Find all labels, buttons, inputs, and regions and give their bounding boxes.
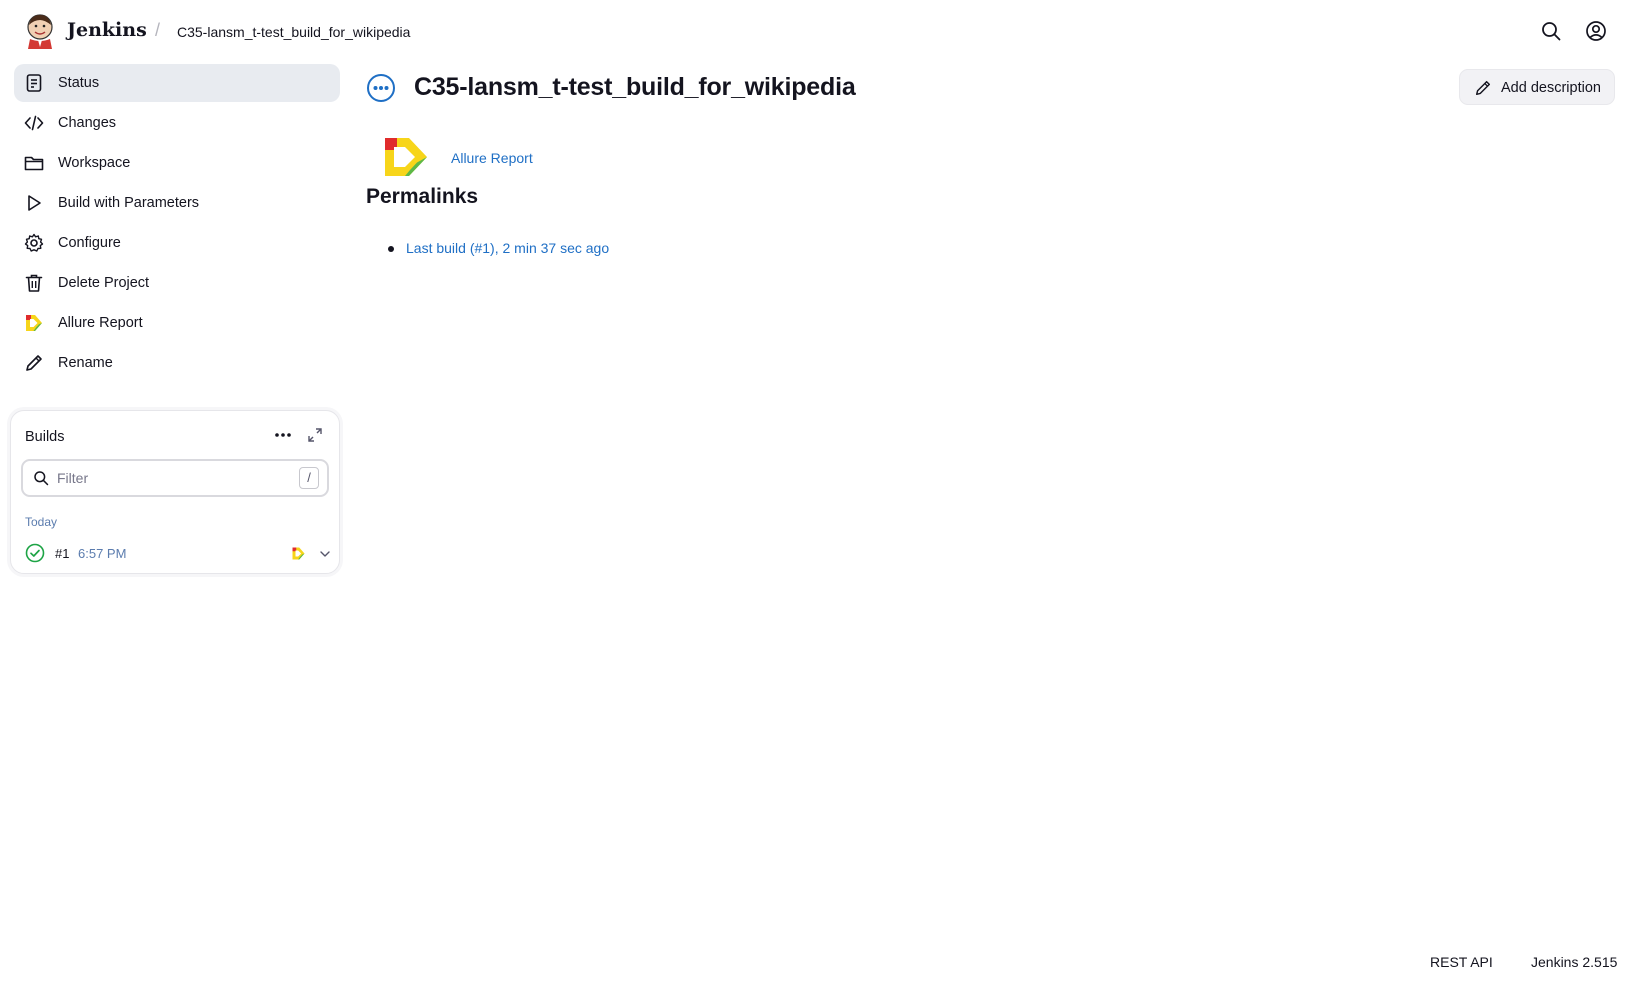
sidebar-item-build-with-parameters[interactable]: Build with Parameters [14, 184, 340, 222]
sidebar-item-label: Rename [58, 355, 113, 371]
permalink-last-build[interactable]: Last build (#1), 2 min 37 sec ago [388, 240, 609, 256]
page-title: C35-lansm_t-test_build_for_wikipedia [414, 73, 856, 101]
pencil-icon [1474, 79, 1492, 97]
pencil-icon [24, 353, 44, 373]
chevron-down-icon[interactable] [319, 547, 331, 559]
trash-icon [24, 273, 44, 293]
sidebar-item-configure[interactable]: Configure [14, 224, 340, 262]
build-row[interactable]: #1 6:57 PM [23, 541, 331, 565]
build-time: 6:57 PM [78, 546, 127, 561]
builds-widget: Builds / Today #1 6:57 PM [10, 410, 340, 574]
sidebar-item-workspace[interactable]: Workspace [14, 144, 340, 182]
expand-icon[interactable] [307, 427, 323, 443]
user-icon[interactable] [1585, 20, 1607, 42]
sidebar-item-allure-report[interactable]: Allure Report [14, 304, 340, 342]
sidebar-item-label: Configure [58, 235, 121, 251]
sidebar-item-label: Workspace [58, 155, 131, 171]
code-icon [24, 113, 44, 133]
sidebar-item-label: Delete Project [58, 275, 150, 291]
keyboard-shortcut-hint: / [299, 467, 319, 489]
build-group-label: Today [25, 515, 58, 529]
sidebar-item-label: Status [58, 75, 100, 91]
sidebar-item-changes[interactable]: Changes [14, 104, 340, 142]
allure-icon [24, 313, 44, 333]
breadcrumb-project[interactable]: C35-lansm_t-test_build_for_wikipedia [177, 24, 410, 40]
build-status-icon [366, 73, 396, 103]
sidebar-item-label: Allure Report [58, 315, 143, 331]
breadcrumb-separator: / [155, 20, 161, 40]
add-description-button[interactable]: Add description [1459, 69, 1615, 105]
sidebar-item-label: Changes [58, 115, 117, 131]
builds-filter[interactable]: / [21, 459, 329, 497]
permalinks-list: Last build (#1), 2 min 37 sec ago [388, 240, 609, 258]
allure-logo-icon[interactable] [383, 136, 429, 178]
allure-icon[interactable] [291, 546, 306, 561]
search-icon [33, 470, 49, 486]
permalinks-heading: Permalinks [366, 185, 479, 208]
brand-name[interactable]: Jenkins [67, 19, 147, 41]
sidebar-item-rename[interactable]: Rename [14, 344, 340, 382]
more-options-icon[interactable] [273, 427, 293, 443]
build-number[interactable]: #1 [55, 546, 69, 561]
sidebar-item-delete-project[interactable]: Delete Project [14, 264, 340, 302]
folder-icon [24, 153, 44, 173]
allure-report-link[interactable]: Allure Report [451, 150, 533, 166]
builds-filter-input[interactable] [57, 468, 277, 488]
sidebar-item-status[interactable]: Status [14, 64, 340, 102]
jenkins-logo-icon[interactable] [25, 13, 55, 49]
status-icon [24, 73, 44, 93]
rest-api-link[interactable]: REST API [1430, 954, 1493, 970]
page-header: Jenkins / C35-lansm_t-test_build_for_wik… [0, 0, 1632, 64]
builds-title: Builds [25, 429, 65, 445]
sidebar-item-label: Build with Parameters [58, 195, 200, 211]
gear-icon [24, 233, 44, 253]
success-check-icon [25, 543, 45, 563]
play-icon [24, 193, 44, 213]
jenkins-version-link[interactable]: Jenkins 2.515 [1531, 954, 1617, 970]
add-description-label: Add description [1501, 80, 1601, 96]
search-icon[interactable] [1540, 20, 1562, 42]
